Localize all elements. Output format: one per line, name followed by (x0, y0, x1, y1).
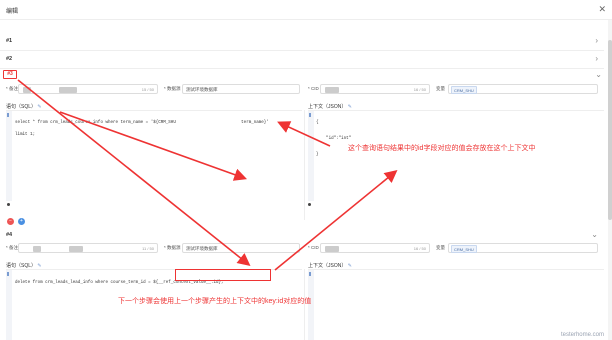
bottom-annotation: 下一个步骤会使用上一个步骤产生的上下文中的key:id对应的值 (118, 298, 312, 305)
scrollbar-thumb[interactable] (608, 40, 612, 220)
annotation-arrows (17, 79, 398, 271)
watermark: testerhome.com (560, 332, 604, 338)
right-annotation: 这个查询语句结果中的id字段对应的值会存放在这个上下文中 (348, 145, 536, 152)
arrow-step3-to-step4 (17, 79, 251, 266)
arrow-highlight-to-context (274, 169, 398, 271)
arrow-note-to-context (277, 121, 331, 147)
arrow-sql-to-highlight (59, 111, 248, 181)
